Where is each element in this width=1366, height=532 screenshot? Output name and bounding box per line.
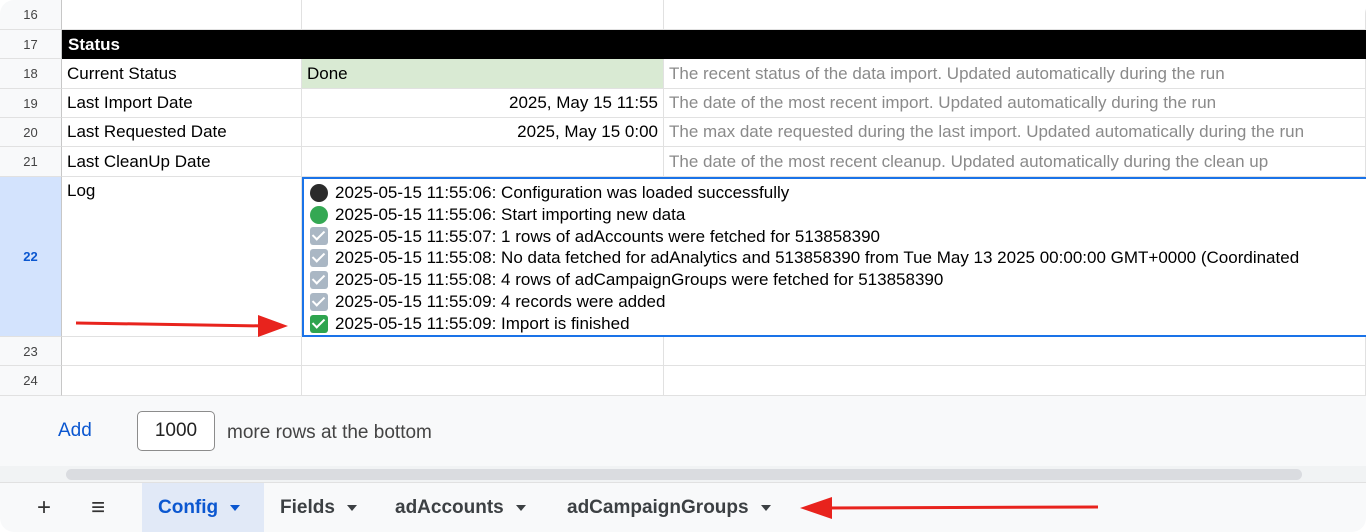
scrollbar-thumb[interactable] xyxy=(66,469,1302,480)
description-cell[interactable]: The recent status of the data import. Up… xyxy=(664,59,1366,89)
value-cell[interactable]: 2025, May 15 11:55 xyxy=(302,89,664,118)
row-header[interactable]: 21 xyxy=(0,147,62,177)
checkbox-icon xyxy=(310,271,328,290)
checkbox-icon xyxy=(310,249,328,268)
tab-adcampaigngroups[interactable]: adCampaignGroups xyxy=(551,483,787,532)
cell[interactable] xyxy=(62,366,302,396)
row-header[interactable]: 20 xyxy=(0,118,62,147)
cell[interactable] xyxy=(302,337,664,366)
chevron-down-icon[interactable] xyxy=(346,505,357,511)
green-circle-icon xyxy=(310,205,328,224)
tab-label: adCampaignGroups xyxy=(567,497,749,518)
chevron-down-icon[interactable] xyxy=(515,505,526,511)
label-cell[interactable]: Current Status xyxy=(62,59,302,89)
row-header-selected[interactable]: 22 xyxy=(0,177,62,337)
all-sheets-menu-icon[interactable]: ≡ xyxy=(78,483,118,532)
description-cell[interactable]: The date of the most recent cleanup. Upd… xyxy=(664,147,1366,177)
log-line: 2025-05-15 11:55:08: No data fetched for… xyxy=(310,247,1362,269)
row-header[interactable]: 17 xyxy=(0,30,62,59)
cell[interactable] xyxy=(664,337,1366,366)
log-text: 2025-05-15 11:55:08: No data fetched for… xyxy=(335,248,1300,268)
cell[interactable] xyxy=(62,337,302,366)
row-24: 24 xyxy=(0,366,1366,396)
chevron-down-icon[interactable] xyxy=(760,505,771,511)
row-22: 22 Log 2025-05-15 11:55:06: Configuratio… xyxy=(0,177,1366,337)
label-cell[interactable]: Last Requested Date xyxy=(62,118,302,147)
row-20: 20 Last Requested Date 2025, May 15 0:00… xyxy=(0,118,1366,147)
chevron-down-icon[interactable] xyxy=(230,505,241,511)
description-cell[interactable]: The max date requested during the last i… xyxy=(664,118,1366,147)
row-18: 18 Current Status Done The recent status… xyxy=(0,59,1366,89)
log-text: 2025-05-15 11:55:06: Configuration was l… xyxy=(335,183,790,202)
add-rows-count-input[interactable]: 1000 xyxy=(137,411,215,451)
log-text: 2025-05-15 11:55:06: Start importing new… xyxy=(335,204,686,224)
log-line: 2025-05-15 11:55:06: Start importing new… xyxy=(310,204,1362,226)
checkbox-icon xyxy=(310,227,328,246)
row-header[interactable]: 16 xyxy=(0,0,62,30)
log-line: 2025-05-15 11:55:09: Import is finished xyxy=(310,313,1362,335)
log-line: 2025-05-15 11:55:07: 1 rows of adAccount… xyxy=(310,226,1362,248)
log-text: 2025-05-15 11:55:07: 1 rows of adAccount… xyxy=(335,226,881,246)
sheet-tab-bar: + ≡ Config Fields adAccounts adCampaignG… xyxy=(0,482,1366,532)
add-rows-label: more rows at the bottom xyxy=(227,422,432,443)
log-line: 2025-05-15 11:55:06: Configuration was l… xyxy=(310,182,1362,204)
green-check-icon xyxy=(310,314,328,333)
log-line: 2025-05-15 11:55:09: 4 records were adde… xyxy=(310,291,1362,313)
row-header[interactable]: 24 xyxy=(0,366,62,396)
tab-adaccounts[interactable]: adAccounts xyxy=(379,483,542,532)
tab-label: adAccounts xyxy=(395,497,504,518)
row-23: 23 xyxy=(0,337,1366,366)
spreadsheet-window: 16 17 Status 18 Current Status Done The … xyxy=(0,0,1366,532)
row-header[interactable]: 19 xyxy=(0,89,62,118)
cell[interactable] xyxy=(302,0,664,30)
value-cell[interactable] xyxy=(302,147,664,177)
log-line: 2025-05-15 11:55:08: 4 rows of adCampaig… xyxy=(310,269,1362,291)
row-16: 16 xyxy=(0,0,1366,30)
cell[interactable] xyxy=(664,0,1366,30)
row-header[interactable]: 18 xyxy=(0,59,62,89)
cell[interactable] xyxy=(302,366,664,396)
cell[interactable] xyxy=(664,366,1366,396)
add-sheet-icon[interactable]: + xyxy=(24,483,64,532)
log-text: 2025-05-15 11:55:09: 4 records were adde… xyxy=(335,291,666,311)
tab-fields[interactable]: Fields xyxy=(264,483,373,532)
section-header-status[interactable]: Status xyxy=(62,30,1366,59)
status-value-cell[interactable]: Done xyxy=(302,59,664,89)
checkbox-icon xyxy=(310,292,328,311)
description-cell[interactable]: The date of the most recent import. Upda… xyxy=(664,89,1366,118)
row-header[interactable]: 23 xyxy=(0,337,62,366)
tab-config[interactable]: Config xyxy=(142,483,264,532)
label-cell[interactable]: Log xyxy=(62,177,302,337)
log-cell-selected[interactable]: 2025-05-15 11:55:06: Configuration was l… xyxy=(302,177,1366,337)
value-cell[interactable]: 2025, May 15 0:00 xyxy=(302,118,664,147)
row-21: 21 Last CleanUp Date The date of the mos… xyxy=(0,147,1366,177)
log-text: 2025-05-15 11:55:09: Import is finished xyxy=(335,313,630,333)
tab-label: Fields xyxy=(280,497,335,518)
row-17: 17 Status xyxy=(0,30,1366,59)
sheet-grid: 16 17 Status 18 Current Status Done The … xyxy=(0,0,1366,396)
log-text: 2025-05-15 11:55:08: 4 rows of adCampaig… xyxy=(335,270,944,290)
label-cell[interactable]: Last Import Date xyxy=(62,89,302,118)
add-rows-button[interactable]: Add xyxy=(58,420,92,442)
row-19: 19 Last Import Date 2025, May 15 11:55 T… xyxy=(0,89,1366,118)
label-cell[interactable]: Last CleanUp Date xyxy=(62,147,302,177)
cell[interactable] xyxy=(62,0,302,30)
black-circle-icon xyxy=(310,183,328,202)
tab-label: Config xyxy=(158,497,219,518)
